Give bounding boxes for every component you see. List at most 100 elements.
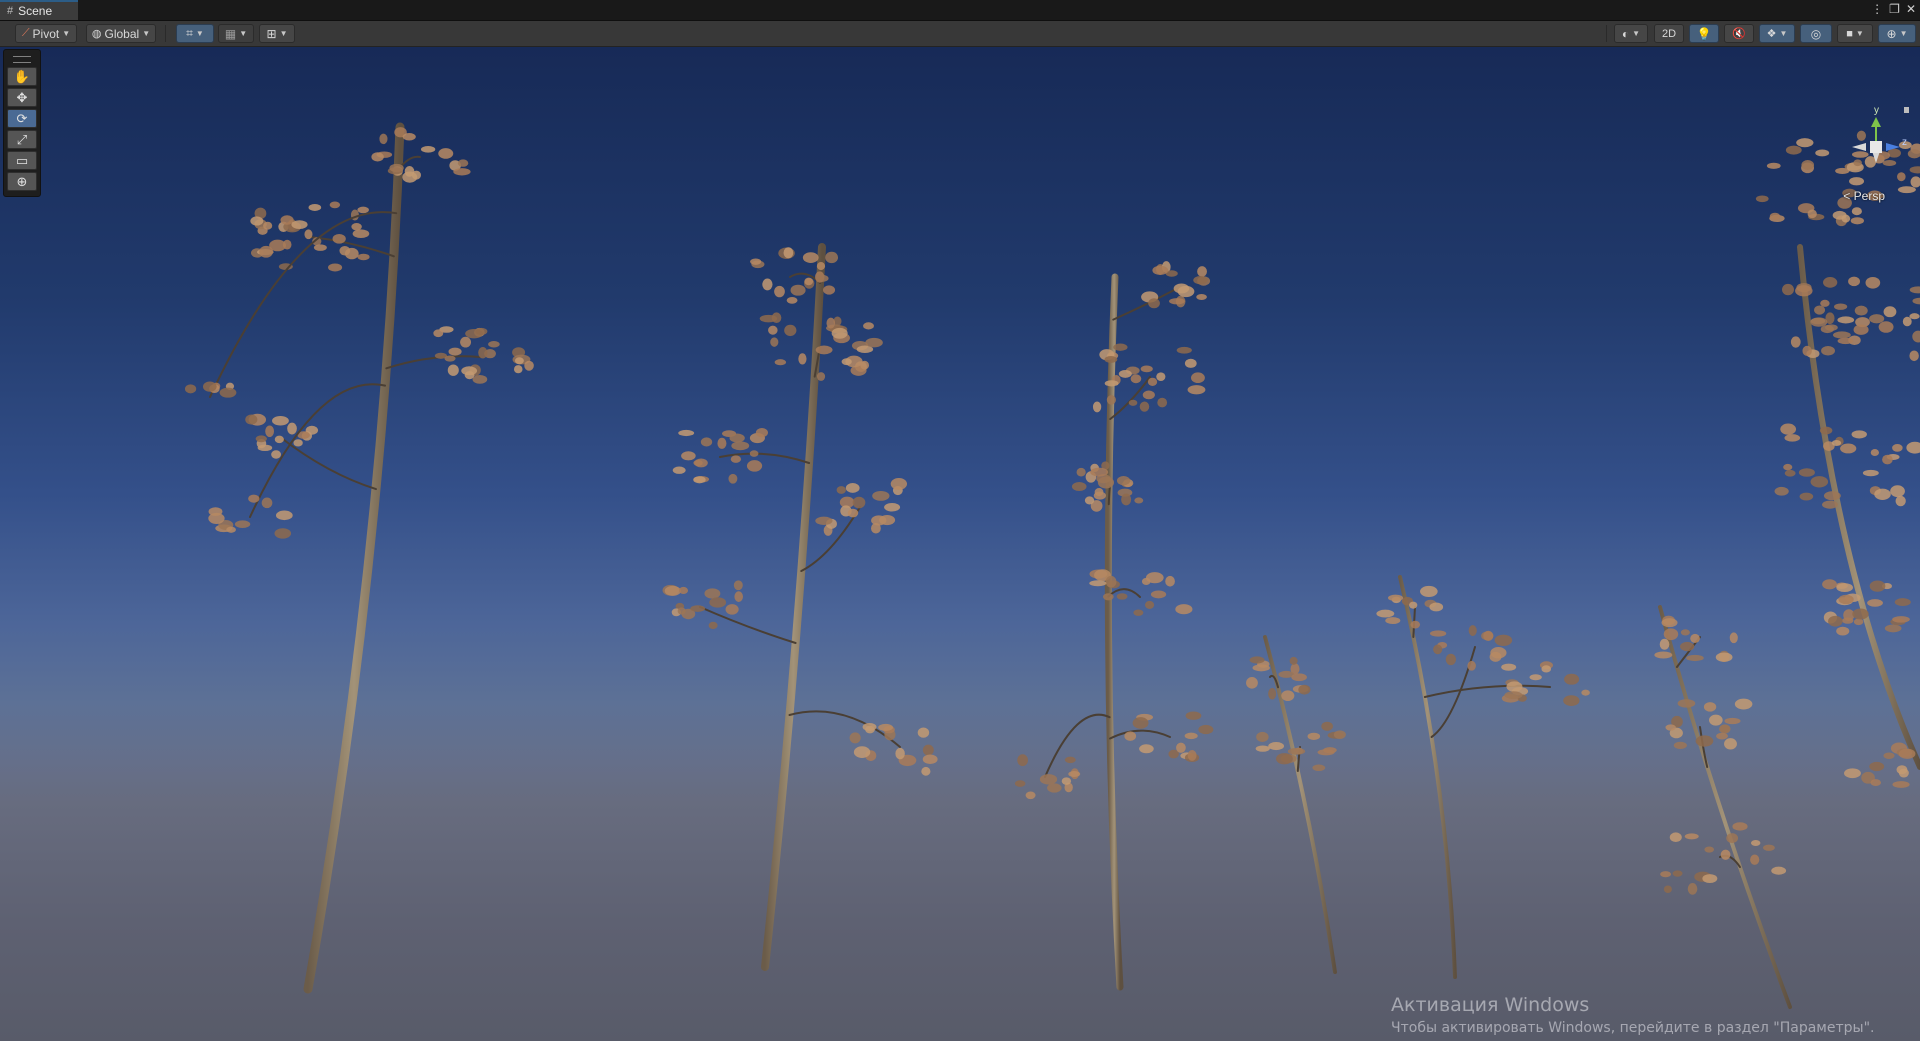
leaf [1504,691,1523,699]
more-options-icon[interactable]: ⋮ [1871,2,1883,16]
hand-tool[interactable]: ✋ [7,67,37,86]
leaf [1862,469,1879,477]
leaf [404,166,415,177]
orientation-gizmo[interactable]: y z [1838,105,1912,201]
close-icon[interactable]: ✕ [1906,2,1916,16]
maximize-icon[interactable]: ❐ [1889,2,1900,16]
draw-mode-dropdown[interactable]: ◐ ▼ [1614,24,1648,43]
leaf [1840,443,1857,454]
leaf [771,312,782,324]
leaf [1025,791,1036,800]
camera-settings-dropdown[interactable]: ■ ▼ [1837,24,1873,43]
snap-increment-icon: ⊞ [266,26,277,41]
leaf [1121,493,1132,506]
leaf [357,253,370,261]
leaf [1133,609,1144,616]
leaf [860,360,870,370]
global-dropdown[interactable]: ◍ Global ▼ [86,24,156,43]
lighting-toggle[interactable]: 💡 [1689,24,1719,43]
leaf [1878,321,1894,333]
leaf [717,437,727,449]
scene-visibility-toggle[interactable]: ◎ [1800,24,1832,43]
grid-visibility-toggle[interactable]: ▦ ▼ [218,24,254,43]
leaf [921,766,931,776]
leaf [1104,356,1118,363]
leaf [1187,385,1206,395]
leaf [847,508,859,518]
leaf [259,245,274,258]
projection-toggle[interactable]: < Persp [1843,189,1885,203]
rect-tool[interactable]: ▭ [7,151,37,170]
chevron-down-icon: ▼ [1779,29,1788,38]
audio-toggle[interactable]: 🔇 [1724,24,1754,43]
pivot-dropdown[interactable]: ⟋ Pivot ▼ [15,24,77,43]
leaf [1763,844,1775,851]
effects-dropdown[interactable]: ❖ ▼ [1759,24,1795,43]
leaf [1017,754,1028,767]
leaf [749,450,759,457]
leaf [245,414,258,425]
gizmo-y-label: y [1874,105,1879,116]
leaf [1118,369,1132,378]
leaf [1719,724,1731,734]
transform-tool[interactable]: ⊕ [7,172,37,191]
leaf [1695,735,1714,747]
leaf [841,358,852,366]
rotate-tool[interactable]: ⟳ [7,109,37,128]
leaf [700,437,713,447]
grid-snapping-toggle[interactable]: ⌗ ▼ [176,24,214,43]
leaf [313,244,327,251]
leaf [1704,846,1715,853]
scale-tool[interactable]: ⤢ [7,130,37,149]
leaf [1190,372,1205,384]
leaf [1720,849,1731,860]
leaf [263,221,273,230]
2d-mode-toggle[interactable]: 2D [1654,24,1684,43]
leaf [1071,482,1087,492]
leaf [1094,488,1104,497]
leaf [1661,618,1678,628]
leaf [447,364,459,376]
leaf [1104,380,1119,387]
tree-branch [1423,684,1551,698]
leaf [344,247,359,260]
leaf [845,483,860,493]
leaf [274,435,284,444]
leaf [1132,717,1149,729]
leaf [1090,467,1109,477]
leaf [1810,476,1829,488]
scene-viewport[interactable]: y z < Persp Активация Windows Чтобы акти… [0,47,1920,1041]
leaf [1795,285,1813,297]
leaf [1105,575,1117,588]
leaf [816,372,826,381]
leaf [1784,434,1801,442]
window-controls: ⋮ ❐ ✕ [1871,2,1916,16]
leaf [1501,663,1517,671]
leaf [1687,883,1698,895]
leaf [823,285,836,295]
gizmo-center-cube [1870,141,1882,153]
scene-toolbar: ⟋ Pivot ▼ ◍ Global ▼ ⌗ ▼ ▦ ▼ ⊞ ▼ ◐ ▼ 2D … [0,21,1920,47]
leaf [774,285,785,298]
leaf [1312,764,1326,772]
leaf [1249,656,1265,664]
leaf [453,168,471,176]
drag-handle-icon[interactable] [13,56,31,63]
leaf [1851,430,1867,439]
leaf [734,591,743,603]
leaf [1837,337,1854,345]
leaf [280,215,294,225]
leaf [1774,486,1789,496]
leaf [1909,286,1920,294]
increment-snap-dropdown[interactable]: ⊞ ▼ [259,24,295,43]
grid-icon: # [7,5,14,17]
leaf [248,494,260,503]
leaf [265,425,275,438]
leaf [1581,689,1590,696]
gizmos-dropdown[interactable]: ⊕ ▼ [1878,24,1916,43]
leaf [1708,714,1723,726]
scene-tab[interactable]: # Scene [0,0,78,20]
toolbar-divider [165,25,166,42]
leaf [746,460,763,472]
move-tool[interactable]: ✥ [7,88,37,107]
